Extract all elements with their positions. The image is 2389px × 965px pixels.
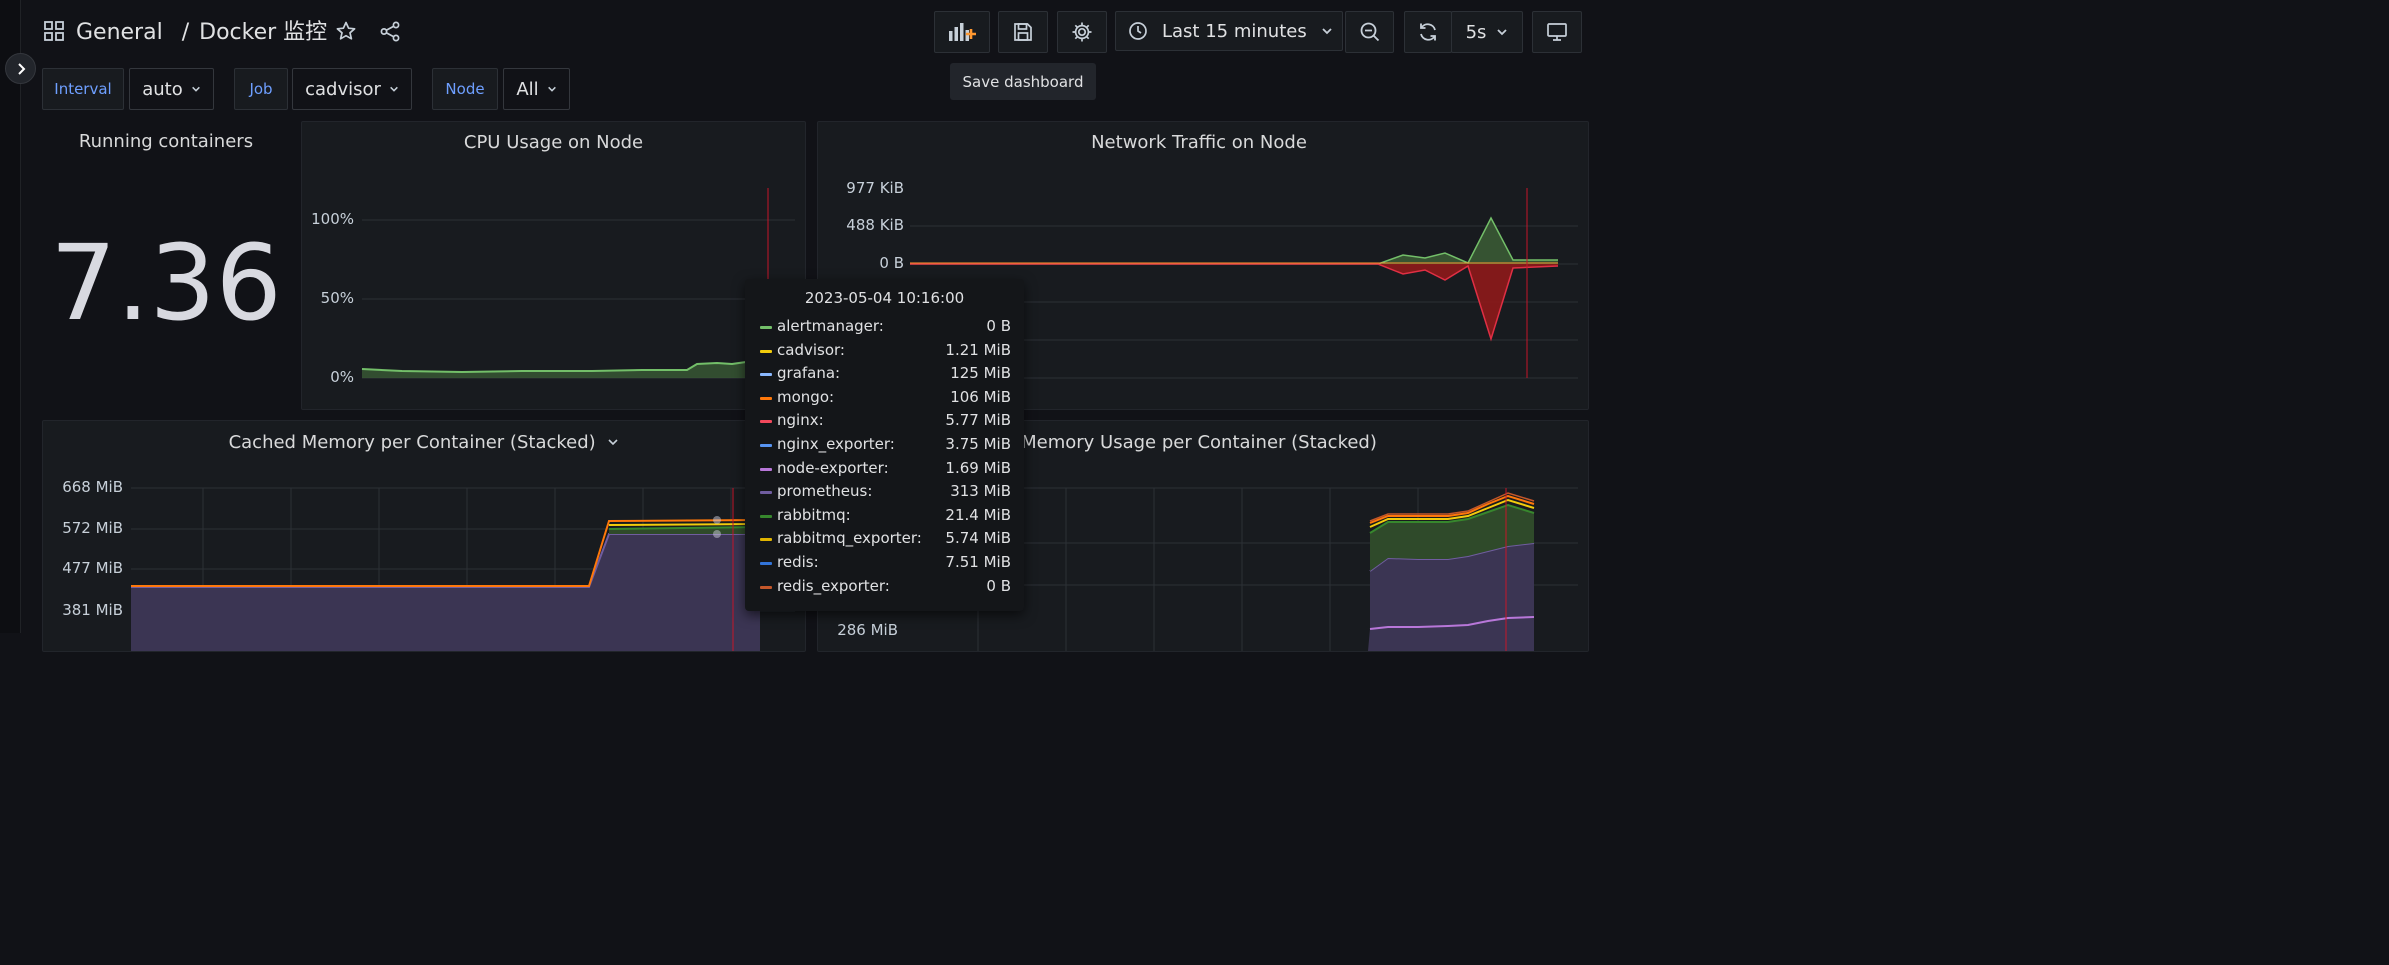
breadcrumb-folder[interactable]: General (76, 20, 163, 45)
dashboard-title[interactable]: Docker 监控 (199, 20, 327, 45)
series-color-swatch (760, 467, 772, 471)
series-color-swatch (760, 538, 772, 542)
add-panel-icon (949, 23, 976, 41)
variable-select-node[interactable]: All (503, 68, 570, 110)
variable-value-job: cadvisor (305, 78, 381, 100)
tooltip-row: rabbitmq_exporter: 5.74 MiB (760, 529, 1011, 551)
share-icon[interactable] (380, 21, 401, 46)
series-name: rabbitmq_exporter: (777, 529, 922, 548)
series-color-swatch (760, 562, 772, 565)
save-dashboard-button[interactable] (998, 11, 1048, 53)
series-value: 5.77 MiB (945, 411, 1011, 430)
refresh-interval-label: 5s (1465, 21, 1487, 43)
breadcrumb: General / Docker 监控 (76, 14, 327, 46)
variable-label-node: Node (432, 68, 498, 110)
tooltip-row: prometheus: 313 MiB (760, 482, 1011, 504)
chevron-down-icon (191, 86, 200, 92)
variable-label-job: Job (234, 68, 288, 110)
tooltip-row: redis: 7.51 MiB (760, 553, 1011, 575)
series-color-swatch (760, 444, 772, 447)
series-value: 106 MiB (950, 387, 1011, 406)
variable-value-node: All (516, 78, 539, 100)
series-name: alertmanager: (777, 317, 884, 335)
tooltip-row: cadvisor: 1.21 MiB (760, 341, 1011, 363)
series-color-swatch (760, 514, 772, 518)
series-name: node-exporter: (777, 458, 889, 477)
series-name: rabbitmq: (777, 505, 851, 524)
series-name: mongo: (777, 387, 835, 406)
series-value: 21.4 MiB (945, 505, 1011, 524)
series-value: 1.69 MiB (945, 458, 1011, 477)
chevron-down-icon (390, 86, 398, 92)
panel-cpu-usage[interactable]: CPU Usage on Node 100% 50% 0% (301, 121, 806, 410)
refresh-dashboard-button[interactable] (1404, 11, 1452, 53)
time-range-label: Last 15 minutes (1162, 20, 1307, 42)
series-value: 0 B (986, 317, 1011, 335)
chevron-down-icon (547, 86, 556, 92)
series-color-swatch (760, 585, 772, 589)
star-icon[interactable] (336, 21, 356, 45)
panel-title: Running containers (78, 131, 254, 152)
stat-value-container: 7.36 (42, 228, 290, 338)
zoom-out-icon (1360, 22, 1379, 42)
series-name: prometheus: (777, 482, 873, 501)
series-color-swatch (760, 349, 772, 353)
series-color-swatch (760, 396, 772, 400)
series-value: 5.74 MiB (945, 529, 1011, 548)
monitor-icon (1547, 23, 1567, 41)
side-menu (0, 0, 21, 633)
series-value: 125 MiB (950, 364, 1011, 383)
tooltip-row: node-exporter: 1.69 MiB (760, 459, 1011, 481)
add-panel-button[interactable] (934, 11, 990, 53)
series-color-swatch (760, 491, 772, 495)
tv-mode-button[interactable] (1532, 11, 1582, 53)
clock-icon (1129, 22, 1147, 40)
breadcrumb-separator: / (181, 20, 190, 45)
series-color-swatch (760, 373, 772, 377)
variable-value-interval: auto (142, 78, 183, 100)
series-value: 0 B (986, 576, 1011, 595)
tooltip-row: nginx: 5.77 MiB (760, 411, 1011, 433)
series-name: nginx: (777, 411, 824, 430)
series-value: 3.75 MiB (945, 435, 1011, 453)
cached-memory-graph (131, 487, 795, 651)
tooltip-row: alertmanager: 0 B (760, 317, 1011, 339)
save-dashboard-tooltip: Save dashboard (950, 63, 1096, 100)
refresh-icon (1420, 23, 1436, 41)
variable-label-interval: Interval (42, 68, 124, 110)
tooltip-row: grafana: 125 MiB (760, 364, 1011, 386)
tooltip-row: rabbitmq: 21.4 MiB (760, 506, 1011, 528)
tooltip-row: nginx_exporter: 3.75 MiB (760, 435, 1011, 457)
panel-cached-memory[interactable]: Cached Memory per Container (Stacked) 66… (42, 420, 806, 652)
series-value: 7.51 MiB (945, 553, 1011, 571)
series-name: grafana: (777, 364, 841, 383)
series-color-swatch (760, 420, 772, 424)
time-range-picker[interactable]: Last 15 minutes (1115, 11, 1343, 51)
save-icon (1014, 23, 1032, 41)
chevron-right-icon (17, 62, 25, 75)
series-name: cadvisor: (777, 340, 845, 359)
series-value: 1.21 MiB (945, 340, 1011, 359)
series-name: nginx_exporter: (777, 435, 895, 453)
tooltip-row: mongo: 106 MiB (760, 388, 1011, 410)
series-color-swatch (760, 326, 772, 329)
chevron-down-icon (1322, 28, 1332, 35)
series-value: 313 MiB (950, 482, 1011, 501)
expand-sidebar-button[interactable] (5, 53, 36, 84)
zoom-out-button[interactable] (1345, 11, 1394, 53)
dashboards-icon[interactable] (44, 21, 64, 45)
series-name: redis_exporter: (777, 576, 890, 595)
series-tooltip: 2023-05-04 10:16:00 alertmanager: 0 B cad… (745, 279, 1024, 611)
stat-value: 7.36 (50, 222, 282, 344)
variable-select-interval[interactable]: auto (129, 68, 214, 110)
refresh-interval-picker[interactable]: 5s (1451, 11, 1523, 53)
series-name: redis: (777, 553, 819, 571)
dashboard-settings-button[interactable] (1057, 11, 1107, 53)
tooltip-row: redis_exporter: 0 B (760, 577, 1011, 599)
variable-select-job[interactable]: cadvisor (292, 68, 412, 110)
tooltip-date: 2023-05-04 10:16:00 (804, 289, 965, 307)
gear-icon (1072, 22, 1092, 42)
chevron-down-icon (1497, 29, 1508, 36)
cpu-graph (361, 188, 795, 379)
